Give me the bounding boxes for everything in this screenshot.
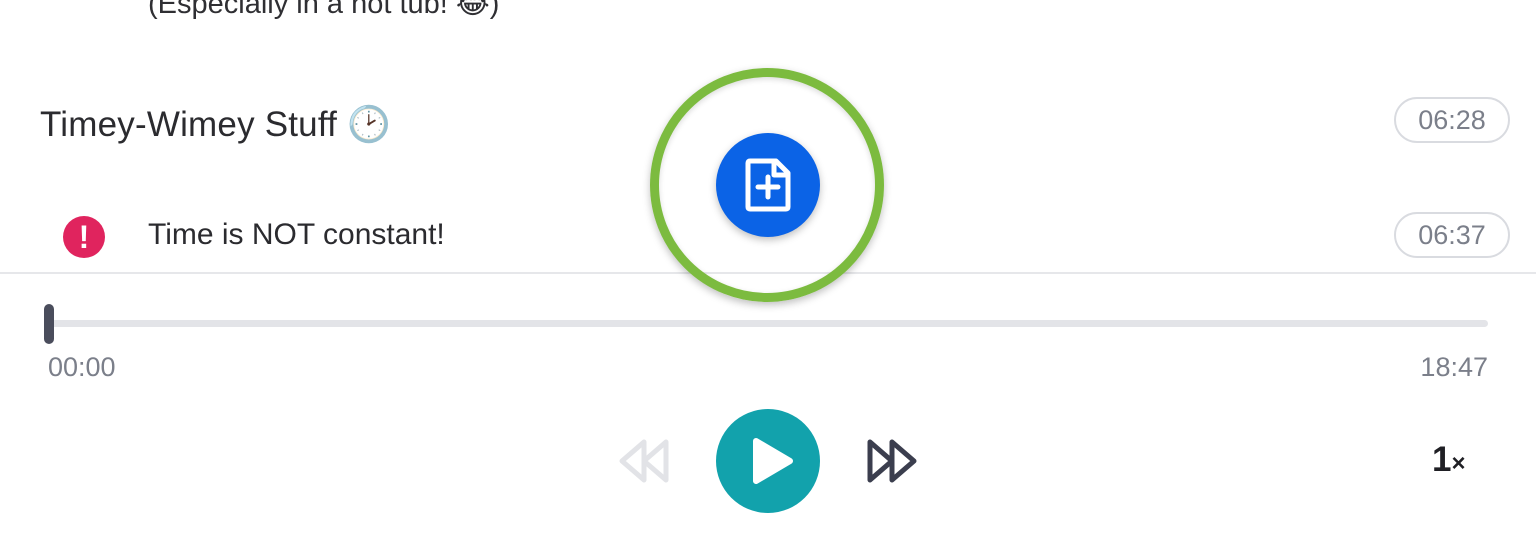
add-document-icon — [745, 158, 791, 212]
progress-track[interactable] — [48, 320, 1488, 327]
fast-forward-button[interactable] — [864, 436, 922, 486]
speed-value: 1 — [1432, 440, 1452, 479]
speed-suffix: × — [1451, 450, 1466, 477]
note-text: Time is NOT constant! — [148, 218, 445, 251]
fast-forward-icon — [867, 439, 917, 483]
section-timestamp-chip[interactable]: 06:28 — [1394, 97, 1510, 143]
rewind-button[interactable] — [616, 436, 674, 486]
section-title: Timey-Wimey Stuff 🕑 — [40, 105, 391, 144]
exclamation-icon: ! — [63, 216, 105, 258]
note-timestamp-chip[interactable]: 06:37 — [1394, 212, 1510, 258]
total-time: 18:47 — [1420, 352, 1488, 382]
playback-speed-button[interactable]: 1× — [1432, 440, 1465, 480]
play-icon — [753, 438, 793, 484]
current-time: 00:00 — [48, 352, 116, 382]
transcript-partial-line: (Especially in a hot tub! 😂) — [148, 0, 500, 20]
add-note-button[interactable] — [716, 133, 820, 237]
play-button[interactable] — [716, 409, 820, 513]
rewind-icon — [619, 439, 669, 483]
progress-thumb[interactable] — [44, 304, 54, 344]
